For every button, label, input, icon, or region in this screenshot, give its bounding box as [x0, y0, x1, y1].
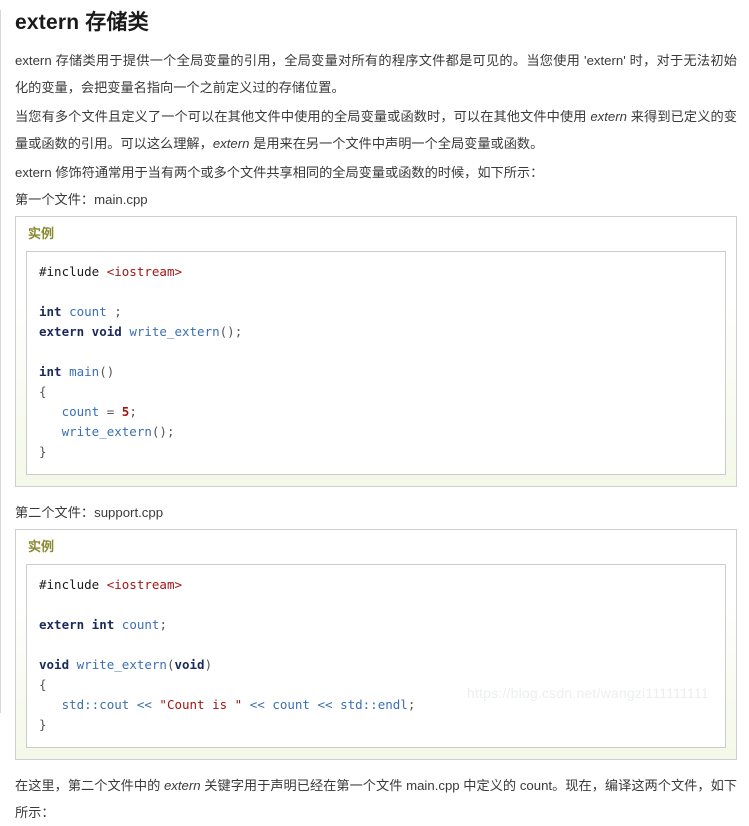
- keyword-extern-1: extern: [590, 109, 627, 125]
- paragraph-usage-part3: 是用来在另一个文件中声明一个全局变量或函数。: [249, 136, 544, 152]
- paragraph-usage: 当您有多个文件且定义了一个可以在其他文件中使用的全局变量或函数时，可以在其他文件…: [15, 103, 737, 157]
- article-page: extern 存储类 extern 存储类用于提供一个全局变量的引用，全局变量对…: [0, 10, 749, 820]
- paragraph-conclusion: 在这里，第二个文件中的 extern 关键字用于声明已经在第一个文件 main.…: [15, 772, 737, 826]
- paragraph-intro: extern 存储类用于提供一个全局变量的引用，全局变量对所有的程序文件都是可见…: [15, 53, 737, 96]
- paragraph-conclusion-part1: 在这里，第二个文件中的: [15, 778, 164, 794]
- example-label-support: 实例: [28, 539, 55, 555]
- code-block-main[interactable]: #include <iostream> int count ; extern v…: [26, 251, 726, 476]
- keyword-extern-2: extern: [212, 136, 250, 152]
- paragraph-modifier: extern 修饰符通常用于当有两个或多个文件共享相同的全局变量或函数的时候，如…: [15, 165, 544, 181]
- file-label-main: 第一个文件：main.cpp: [15, 192, 148, 208]
- file-label-support: 第二个文件：support.cpp: [15, 505, 164, 521]
- example-box-support: 实例 #include <iostream> extern int count;…: [15, 529, 737, 761]
- code-block-support[interactable]: #include <iostream> extern int count; vo…: [26, 564, 726, 749]
- example-box-main: 实例 #include <iostream> int count ; exter…: [15, 216, 737, 488]
- paragraph-usage-part1: 当您有多个文件且定义了一个可以在其他文件中使用的全局变量或函数时，可以在其他文件…: [15, 109, 591, 125]
- keyword-extern-3: extern: [163, 778, 201, 794]
- page-title: extern 存储类: [15, 11, 149, 34]
- example-label-main: 实例: [28, 226, 55, 242]
